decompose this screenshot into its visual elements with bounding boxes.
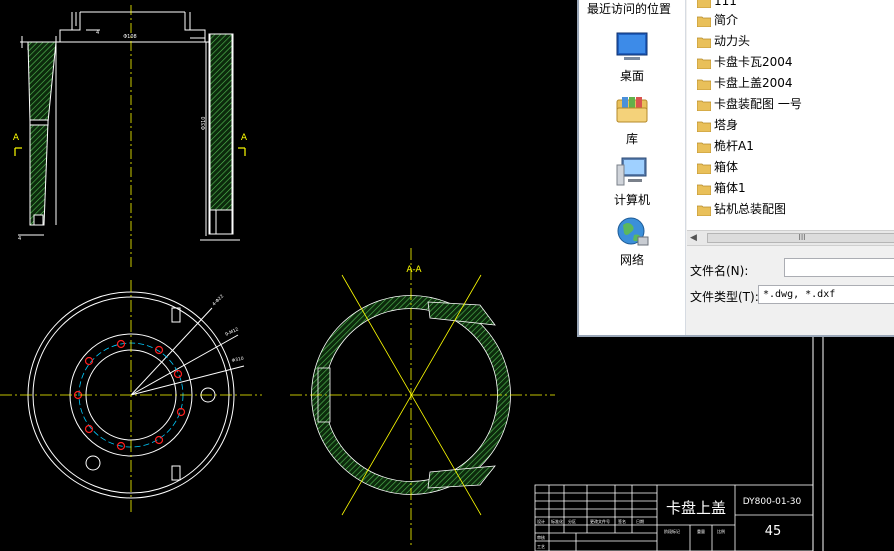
section-label-a-right: A [241, 133, 248, 143]
section-marker-left: A [13, 133, 22, 156]
library-folder-icon [616, 97, 648, 123]
places-header: 最近访问的位置 [587, 2, 672, 16]
svg-text:比例: 比例 [717, 528, 725, 534]
leader-notes: 4-Φ22 9-M12 Φ310 [211, 293, 244, 364]
svg-text:更改文件号: 更改文件号 [590, 518, 610, 524]
file-item[interactable]: 钻机总装配图 [697, 199, 786, 219]
desktop-icon [616, 32, 648, 60]
folder-icon [697, 100, 711, 111]
svg-text:4-Φ22: 4-Φ22 [211, 293, 225, 307]
folder-icon [697, 142, 711, 153]
file-item[interactable]: 动力头 [697, 31, 750, 51]
folder-icon [697, 58, 711, 69]
section-label-a-left: A [13, 133, 20, 143]
file-item[interactable]: 桅杆A1 [697, 136, 754, 156]
filename-label: 文件名(N): [690, 264, 749, 278]
folder-icon [697, 0, 711, 8]
scroll-left-arrow-icon[interactable]: ◀ [690, 233, 697, 243]
file-item[interactable]: 卡盘装配图 一号 [697, 94, 802, 114]
file-list[interactable]: 111 简介 动力头 卡盘卡瓦2004 卡盘上盖2004 卡盘装配图 一号 塔身… [687, 0, 894, 230]
svg-text:Φ310: Φ310 [231, 356, 244, 364]
place-label: 计算机 [613, 193, 650, 207]
file-open-dialog: 最近访问的位置 桌面 库 计算机 网络 111 简介 动力头 卡盘卡瓦2004 … [577, 0, 894, 337]
svg-text:重量: 重量 [697, 528, 705, 534]
drawing-number: DY800-01-30 [743, 497, 802, 507]
folder-icon [697, 184, 711, 195]
svg-text:4: 4 [18, 236, 21, 242]
place-label: 库 [625, 132, 638, 146]
svg-text:9-M12: 9-M12 [224, 326, 239, 337]
filetype-label: 文件类型(T): [690, 290, 759, 304]
place-library[interactable]: 库 [579, 94, 685, 154]
folder-icon [697, 37, 711, 48]
drawing-frame [812, 337, 824, 551]
section-title: A-A [406, 265, 422, 275]
sheet-number: 45 [765, 524, 782, 539]
file-item[interactable]: 简介 [697, 10, 738, 30]
plan-view-centerlines [0, 280, 262, 512]
horizontal-scrollbar[interactable]: ◀ III [687, 230, 894, 246]
filetype-select[interactable]: *.dwg, *.dxf [758, 285, 894, 304]
place-label: 网络 [619, 253, 644, 267]
network-globe-icon [617, 217, 649, 246]
filename-input[interactable] [784, 258, 894, 277]
folder-icon [697, 79, 711, 90]
places-sidebar: 最近访问的位置 桌面 库 计算机 网络 [579, 0, 686, 335]
scroll-thumb[interactable]: III [707, 233, 894, 243]
svg-text:阶段标记: 阶段标记 [664, 528, 680, 534]
place-network[interactable]: 网络 [579, 215, 685, 275]
file-item[interactable]: 箱体 [697, 157, 738, 177]
computer-icon [616, 157, 647, 186]
place-label: 桌面 [619, 69, 644, 83]
svg-text:分区: 分区 [568, 518, 576, 524]
place-computer[interactable]: 计算机 [579, 155, 685, 215]
svg-text:Φ310: Φ310 [201, 117, 207, 130]
svg-text:设计: 设计 [537, 518, 545, 524]
title-block [534, 484, 814, 551]
folder-icon [697, 121, 711, 132]
svg-text:工艺: 工艺 [537, 544, 545, 549]
svg-text:日期: 日期 [636, 518, 644, 524]
svg-text:标准化: 标准化 [551, 518, 563, 524]
svg-text:Φ108: Φ108 [123, 34, 136, 40]
file-item[interactable]: 箱体1 [697, 178, 746, 198]
file-item[interactable]: 卡盘上盖2004 [697, 73, 793, 93]
folder-icon [697, 205, 711, 216]
section-marker-right: A [238, 133, 248, 156]
svg-text:审核: 审核 [537, 534, 545, 540]
svg-text:签名: 签名 [618, 518, 626, 524]
file-item[interactable]: 塔身 [697, 115, 738, 135]
part-name: 卡盘上盖 [666, 499, 726, 517]
title-block-small-text: 设计 标准化 分区 更改文件号 签名 日期 审核工艺 阶段标记 重量 比例 [537, 518, 725, 549]
place-desktop[interactable]: 桌面 [579, 31, 685, 91]
file-item[interactable]: 卡盘卡瓦2004 [697, 52, 793, 72]
folder-icon [697, 163, 711, 174]
svg-text:4: 4 [96, 30, 99, 36]
folder-icon [697, 16, 711, 27]
